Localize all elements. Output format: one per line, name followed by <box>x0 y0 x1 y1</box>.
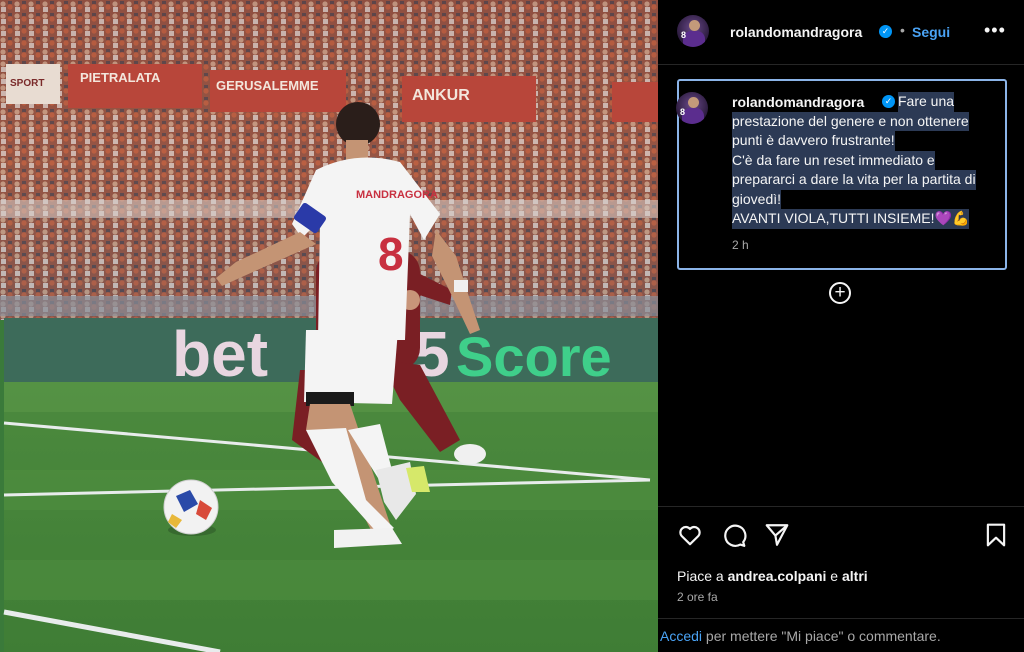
likes-suffix: e <box>826 568 842 584</box>
caption-line: prepararci a dare la vita per la partita… <box>732 170 976 190</box>
follow-button[interactable]: Segui <box>912 24 950 40</box>
caption-line: giovedì! <box>732 189 782 209</box>
banner-text: PIETRALATA <box>80 70 161 85</box>
banner-text: ANKUR <box>412 87 470 104</box>
actions-divider <box>658 506 1024 508</box>
likes-others-link[interactable]: altri <box>842 568 868 584</box>
avatar-head <box>689 20 700 31</box>
avatar-head <box>688 97 699 108</box>
caption-line: punti è davvero frustrante! <box>732 131 895 151</box>
caption-line: AVANTI VIOLA,TUTTI INSIEME!💜💪 <box>732 209 970 229</box>
banner-text: GERUSALEMME <box>216 78 319 93</box>
avatar-number: 8 <box>680 107 686 117</box>
avatar-body <box>682 108 704 124</box>
header-username[interactable]: rolandomandragora <box>730 24 862 40</box>
comment-icon[interactable] <box>721 522 747 548</box>
post-header: 8 rolandomandragora ✓ • Segui ••• <box>658 0 1024 65</box>
likes-user-link[interactable]: andrea.colpani <box>728 568 827 584</box>
shirt-name: MANDRAGORA <box>356 189 438 201</box>
post-side-panel: 8 rolandomandragora ✓ • Segui ••• 8 rola… <box>658 0 1024 652</box>
bookmark-icon[interactable] <box>983 522 1009 548</box>
ad-board-left: bet <box>172 318 268 390</box>
verified-icon: ✓ <box>879 25 892 38</box>
caption-timestamp[interactable]: 2 h <box>732 238 749 252</box>
football <box>163 479 219 536</box>
post-timestamp[interactable]: 2 ore fa <box>677 590 718 604</box>
likes-prefix: Piace a <box>677 568 728 584</box>
login-link[interactable]: Accedi <box>660 628 702 644</box>
verified-icon: ✓ <box>882 95 895 108</box>
avatar-number: 8 <box>681 30 687 40</box>
caption-line: Fare una <box>898 92 955 112</box>
match-photo: SPORT PIETRALATA GERUSALEMME ANKUR bet 5… <box>0 0 658 652</box>
avatar[interactable]: 8 <box>677 15 709 47</box>
shirt-number: 8 <box>378 228 404 280</box>
banner-text: SPORT <box>10 78 44 89</box>
separator-dot: • <box>900 22 905 38</box>
caption-username[interactable]: rolandomandragora <box>732 94 864 110</box>
likes-summary: Piace a andrea.colpani e altri <box>677 568 868 584</box>
login-text: per mettere "Mi piace" o commentare. <box>702 628 941 644</box>
caption-avatar[interactable]: 8 <box>676 92 708 124</box>
caption-line: C'è da fare un reset immediato e <box>732 150 935 170</box>
post-photo[interactable]: SPORT PIETRALATA GERUSALEMME ANKUR bet 5… <box>0 0 658 652</box>
share-icon[interactable] <box>764 522 790 548</box>
add-icon[interactable]: + <box>829 282 851 304</box>
ad-board-right: Score <box>456 325 612 388</box>
login-prompt: Accedi per mettere "Mi piace" o commenta… <box>660 628 941 644</box>
heart-icon[interactable] <box>677 522 703 548</box>
more-icon[interactable]: ••• <box>984 20 1006 41</box>
avatar-body <box>683 31 705 47</box>
caption-line: prestazione del genere e non ottenere <box>732 111 969 131</box>
footer-divider <box>658 618 1024 619</box>
